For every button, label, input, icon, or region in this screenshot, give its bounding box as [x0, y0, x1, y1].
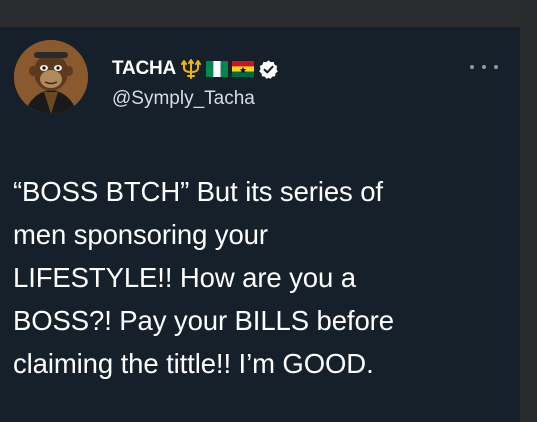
right-gutter — [520, 0, 537, 422]
ape-avatar-image — [14, 40, 88, 114]
user-handle[interactable]: @Symply_Tacha — [112, 88, 255, 110]
top-strip — [0, 0, 537, 27]
more-options-icon[interactable] — [470, 57, 498, 77]
trident-emoji-icon — [180, 59, 202, 79]
dot — [482, 65, 486, 69]
nigeria-flag-icon — [206, 61, 229, 77]
dot — [470, 65, 474, 69]
tweet-text: “BOSS BTCH” But its series of men sponso… — [13, 176, 394, 379]
dot — [494, 65, 498, 69]
display-name[interactable]: TACHA — [112, 58, 176, 80]
avatar[interactable] — [14, 40, 88, 114]
verified-badge-icon — [258, 59, 279, 80]
name-row: TACHA — [112, 56, 279, 82]
ghana-flag-icon — [232, 61, 255, 77]
